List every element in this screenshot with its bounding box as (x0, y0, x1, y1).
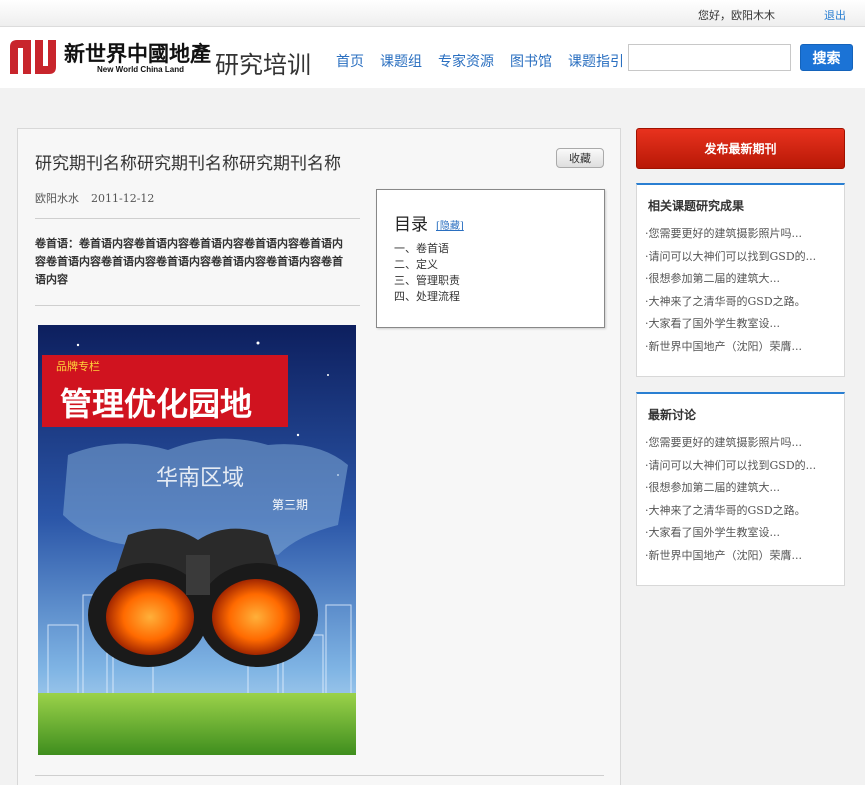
related-research-box: 相关课题研究成果 ·您需要更好的建筑摄影照片吗... ·请问可以大神们可以找到G… (636, 183, 845, 377)
latest-discussion-title: 最新讨论 (648, 408, 697, 422)
divider (35, 305, 360, 306)
divider (35, 775, 604, 776)
list-item[interactable]: ·新世界中国地产（沈阳）荣膺... (645, 336, 844, 359)
site-header: 新世界中國地產 New World China Land 研究培训 首页 课题组… (0, 28, 865, 88)
list-item[interactable]: ·大家看了国外学生教室设... (645, 522, 844, 545)
list-item[interactable]: ·您需要更好的建筑摄影照片吗... (645, 432, 844, 455)
nav-home[interactable]: 首页 (336, 51, 364, 71)
related-research-title: 相关课题研究成果 (648, 199, 745, 213)
toc-item[interactable]: 四、处理流程 (394, 289, 460, 305)
toc-title: 目录 (394, 215, 428, 235)
list-item[interactable]: ·大神来了之清华哥的GSD之路。 (645, 500, 844, 523)
toc-hide-link[interactable]: [隐藏] (436, 217, 464, 232)
cover-top-tag: 品牌专栏 (56, 359, 100, 373)
journal-cover-image: 品牌专栏 管理优化园地 华南区域 第三期 (38, 325, 356, 755)
article-preface: 卷首语：卷首语内容卷首语内容卷首语内容卷首语内容卷首语内容卷首语内容卷首语内容卷… (35, 237, 343, 286)
list-item[interactable]: ·很想参加第二届的建筑大... (645, 477, 844, 500)
list-item[interactable]: ·新世界中国地产（沈阳）荣膺... (645, 545, 844, 568)
publish-latest-journal-button[interactable]: 发布最新期刊 (636, 128, 845, 169)
user-greeting: 您好，欧阳木木 (698, 9, 775, 22)
cover-issue: 第三期 (272, 498, 308, 512)
list-item[interactable]: ·请问可以大神们可以找到GSD的... (645, 246, 844, 269)
latest-discussion-box: 最新讨论 ·您需要更好的建筑摄影照片吗... ·请问可以大神们可以找到GSD的.… (636, 392, 845, 586)
list-item[interactable]: ·大神来了之清华哥的GSD之路。 (645, 291, 844, 314)
nav-topic-guide[interactable]: 课题指引 (568, 51, 624, 71)
list-item[interactable]: ·很想参加第二届的建筑大... (645, 268, 844, 291)
favorite-button[interactable]: 收藏 (556, 148, 604, 168)
brand-name-english: New World China Land (97, 65, 184, 74)
brand-name-chinese: 新世界中國地產 (64, 42, 211, 66)
article-meta: 欧阳水水 2011-12-12 (35, 190, 154, 206)
toc-list: 一、卷首语 二、定义 三、管理职责 四、处理流程 (394, 241, 460, 305)
search-input[interactable] (628, 44, 791, 71)
article-author[interactable]: 欧阳水水 (35, 192, 79, 205)
toc-item[interactable]: 一、卷首语 (394, 241, 460, 257)
nav-expert-resources[interactable]: 专家资源 (438, 51, 494, 71)
logout-link[interactable]: 退出 (824, 7, 846, 23)
article-title: 研究期刊名称研究期刊名称研究期刊名称 (35, 154, 341, 174)
cover-subhead: 华南区域 (156, 466, 244, 491)
table-of-contents: 目录 [隐藏] 一、卷首语 二、定义 三、管理职责 四、处理流程 (376, 189, 605, 328)
nav-research-groups[interactable]: 课题组 (380, 51, 422, 71)
latest-discussion-list: ·您需要更好的建筑摄影照片吗... ·请问可以大神们可以找到GSD的... ·很… (637, 432, 844, 568)
toc-item[interactable]: 三、管理职责 (394, 273, 460, 289)
journal-article-panel: 研究期刊名称研究期刊名称研究期刊名称 收藏 欧阳水水 2011-12-12 卷首语… (17, 128, 621, 785)
list-item[interactable]: ·大家看了国外学生教室设... (645, 313, 844, 336)
search-button[interactable]: 搜索 (800, 44, 853, 71)
main-nav: 首页 课题组 专家资源 图书馆 课题指引 (336, 51, 640, 71)
nav-library[interactable]: 图书馆 (510, 51, 552, 71)
site-section-title: 研究培训 (215, 51, 311, 79)
toc-item[interactable]: 二、定义 (394, 257, 460, 273)
list-item[interactable]: ·您需要更好的建筑摄影照片吗... (645, 223, 844, 246)
article-date: 2011-12-12 (91, 192, 155, 205)
cover-headline: 管理优化园地 (60, 385, 252, 423)
list-item[interactable]: ·请问可以大神们可以找到GSD的... (645, 455, 844, 478)
divider (35, 218, 360, 219)
new-world-logo-icon[interactable] (8, 38, 58, 76)
related-research-list: ·您需要更好的建筑摄影照片吗... ·请问可以大神们可以找到GSD的... ·很… (637, 223, 844, 359)
top-utility-bar: 您好，欧阳木木 退出 (0, 0, 865, 27)
